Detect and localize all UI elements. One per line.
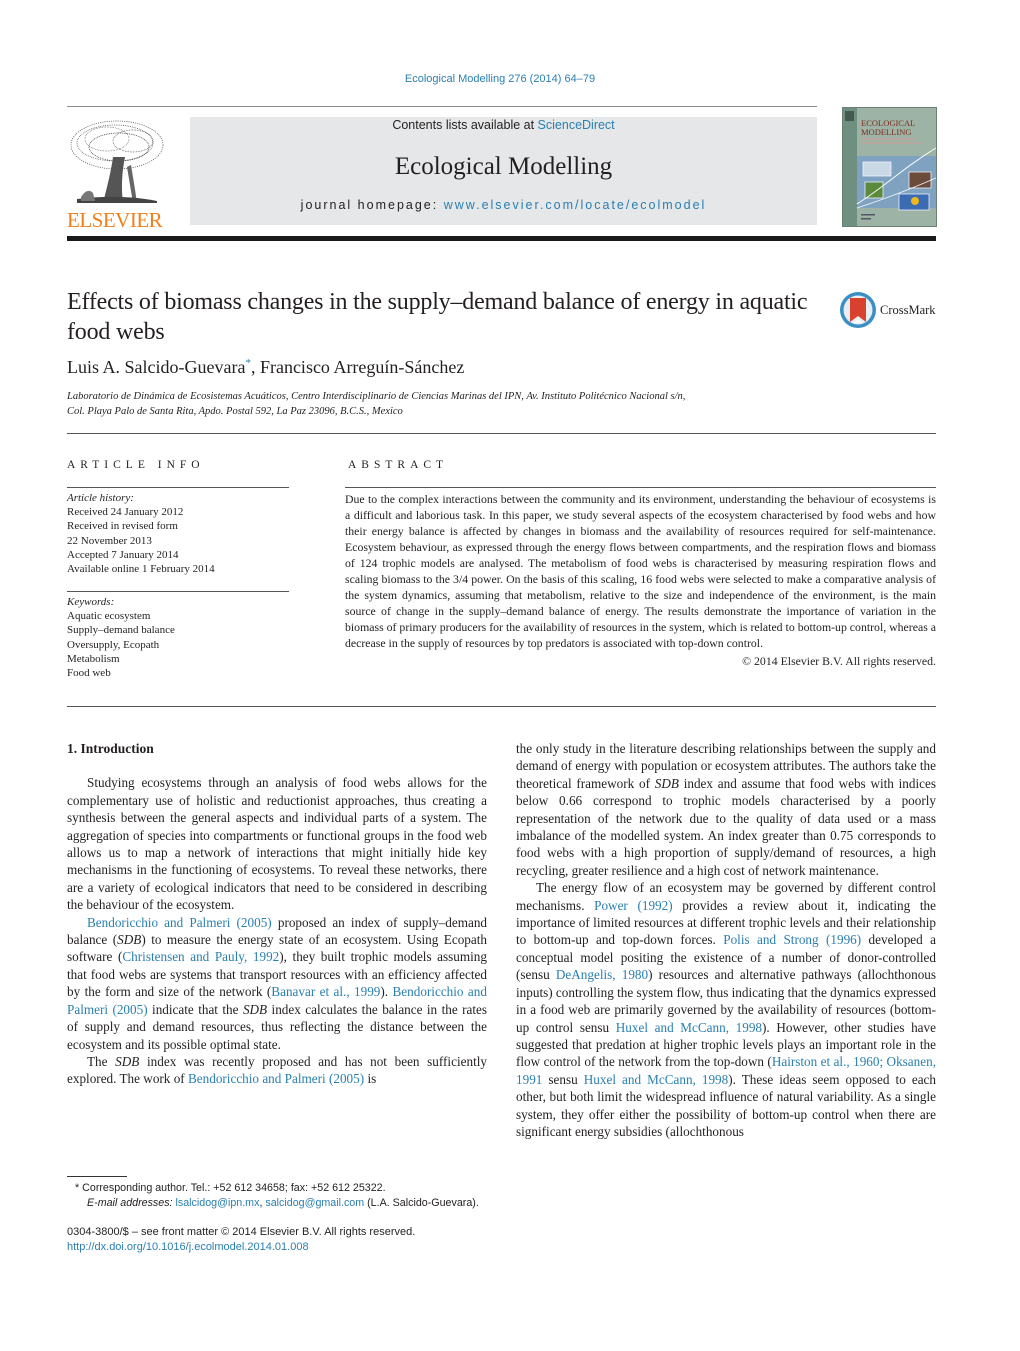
corresponding-author-text: Corresponding author. Tel.: +52 612 3465… (82, 1182, 386, 1194)
citation-link[interactable]: Huxel and McCann, 1998 (584, 1072, 728, 1087)
paragraph: Studying ecosystems through an analysis … (67, 775, 487, 913)
journal-cover-image: ECOLOGICAL MODELLING (843, 108, 936, 226)
keyword: Food web (67, 667, 111, 680)
keyword: Oversupply, Ecopath (67, 638, 160, 651)
crossmark-icon (840, 292, 876, 328)
text-run: SDB (117, 932, 142, 948)
citation-link[interactable]: Bendoricchio and Palmeri (2005) (87, 915, 272, 930)
contents-prefix: Contents lists available at (392, 118, 538, 132)
text-run: is (364, 1071, 377, 1087)
elsevier-logo[interactable]: ELSEVIER (67, 117, 167, 232)
affiliation: Laboratorio de Dinámica de Ecosistemas A… (67, 390, 867, 419)
author-name[interactable]: Francisco Arreguín-Sánchez (260, 357, 464, 377)
email-link[interactable]: salcidog@gmail.com (265, 1197, 364, 1209)
text-run: ). (380, 984, 393, 1000)
text-run: index and assume that food webs with ind… (516, 775, 936, 878)
history-item: Accepted 7 January 2014 (67, 548, 179, 561)
homepage-prefix: journal homepage: (300, 198, 444, 212)
body-column-left: 1. Introduction Studying ecosystems thro… (67, 740, 487, 1088)
affiliation-line: Laboratorio de Dinámica de Ecosistemas A… (67, 391, 686, 402)
section-heading: 1. Introduction (67, 741, 154, 756)
divider (345, 487, 936, 488)
journal-banner: Contents lists available at ScienceDirec… (190, 117, 817, 225)
keywords-label: Keywords: (67, 596, 115, 608)
paragraph: The energy flow of an ecosystem may be g… (516, 879, 936, 1140)
journal-cover-thumbnail[interactable]: ECOLOGICAL MODELLING (842, 107, 937, 227)
crossmark-label: CrossMark (880, 303, 936, 317)
journal-reference-link[interactable]: Ecological Modelling 276 (2014) 64–79 (405, 73, 595, 85)
divider (67, 706, 936, 707)
abstract-text: Due to the complex interactions between … (345, 492, 936, 650)
text-run: SDB (115, 1053, 140, 1069)
paragraph: the only study in the literature describ… (516, 740, 936, 879)
abstract-heading: ABSTRACT (348, 459, 449, 471)
abstract: Due to the complex interactions between … (345, 491, 936, 669)
text-run: indicate that the (147, 1001, 243, 1017)
text-run: (L.A. Salcido-Guevara). (364, 1197, 479, 1209)
email-link[interactable]: lsalcidog@ipn.mx (176, 1197, 260, 1209)
citation-link[interactable]: Banavar et al., 1999 (271, 984, 380, 999)
history-label: Article history: (67, 492, 134, 504)
divider (67, 591, 289, 592)
corresponding-author-footnote: * Corresponding author. Tel.: +52 612 34… (67, 1181, 507, 1211)
journal-reference[interactable]: Ecological Modelling 276 (2014) 64–79 (0, 73, 1000, 85)
homepage-link[interactable]: www.elsevier.com/locate/ecolmodel (444, 198, 707, 212)
article-info-heading: ARTICLE INFO (67, 459, 205, 471)
author-list: Luis A. Salcido-Guevara*, Francisco Arre… (67, 357, 464, 378)
keyword: Metabolism (67, 652, 120, 665)
doi-link[interactable]: http://dx.doi.org/10.1016/j.ecolmodel.20… (67, 1240, 507, 1255)
history-item: Available online 1 February 2014 (67, 563, 215, 576)
cover-title-line2: MODELLING (861, 127, 912, 137)
divider (67, 487, 289, 488)
header-thick-rule (67, 236, 936, 241)
citation-link[interactable]: DeAngelis, 1980 (556, 967, 648, 982)
divider (67, 433, 936, 434)
article-history: Article history: Received 24 January 201… (67, 491, 289, 576)
text-run: The (87, 1053, 116, 1069)
author-name[interactable]: Luis A. Salcido-Guevara (67, 357, 245, 377)
text-run: SDB (242, 1001, 268, 1017)
paragraph: Bendoricchio and Palmeri (2005) proposed… (67, 914, 487, 1053)
front-matter: 0304-3800/$ – see front matter © 2014 El… (67, 1225, 507, 1255)
sciencedirect-link[interactable]: ScienceDirect (538, 118, 615, 132)
keyword: Aquatic ecosystem (67, 610, 151, 623)
journal-homepage: journal homepage: www.elsevier.com/locat… (190, 198, 817, 212)
citation-link[interactable]: Christensen and Pauly, 1992 (122, 949, 279, 964)
footnote-rule (67, 1176, 127, 1177)
history-item: Received 24 January 2012 (67, 506, 184, 519)
article-title: Effects of biomass changes in the supply… (67, 289, 808, 345)
footnote-marker: * (75, 1182, 80, 1194)
citation-link[interactable]: Bendoricchio and Palmeri (2005) (188, 1071, 364, 1086)
history-item: Received in revised form (67, 520, 178, 533)
email-label: E-mail addresses: (87, 1197, 176, 1209)
text-run: SDB (654, 775, 679, 791)
citation-link[interactable]: Power (1992) (594, 898, 673, 913)
citation-link[interactable]: Polis and Strong (1996) (723, 932, 861, 947)
history-item: 22 November 2013 (67, 534, 152, 547)
front-matter-text: 0304-3800/$ – see front matter © 2014 El… (67, 1226, 416, 1238)
header-divider (67, 106, 817, 107)
citation-link[interactable]: Huxel and McCann, 1998 (616, 1020, 762, 1035)
abstract-copyright: © 2014 Elsevier B.V. All rights reserved… (742, 654, 936, 668)
affiliation-line: Col. Playa Palo de Santa Rita, Apdo. Pos… (67, 405, 403, 417)
elsevier-tree-icon (67, 117, 165, 207)
elsevier-wordmark: ELSEVIER (67, 208, 163, 232)
author-separator: , (250, 357, 260, 377)
paragraph: The SDB index was recently proposed and … (67, 1053, 487, 1088)
text-run: sensu (542, 1071, 584, 1087)
keywords: Keywords: Aquatic ecosystem Supply–deman… (67, 595, 289, 680)
contents-availability: Contents lists available at ScienceDirec… (190, 117, 817, 133)
body-column-right: the only study in the literature describ… (516, 740, 936, 1140)
crossmark-badge[interactable]: CrossMark (838, 290, 938, 330)
journal-title: Ecological Modelling (394, 153, 613, 180)
keyword: Supply–demand balance (67, 624, 175, 637)
